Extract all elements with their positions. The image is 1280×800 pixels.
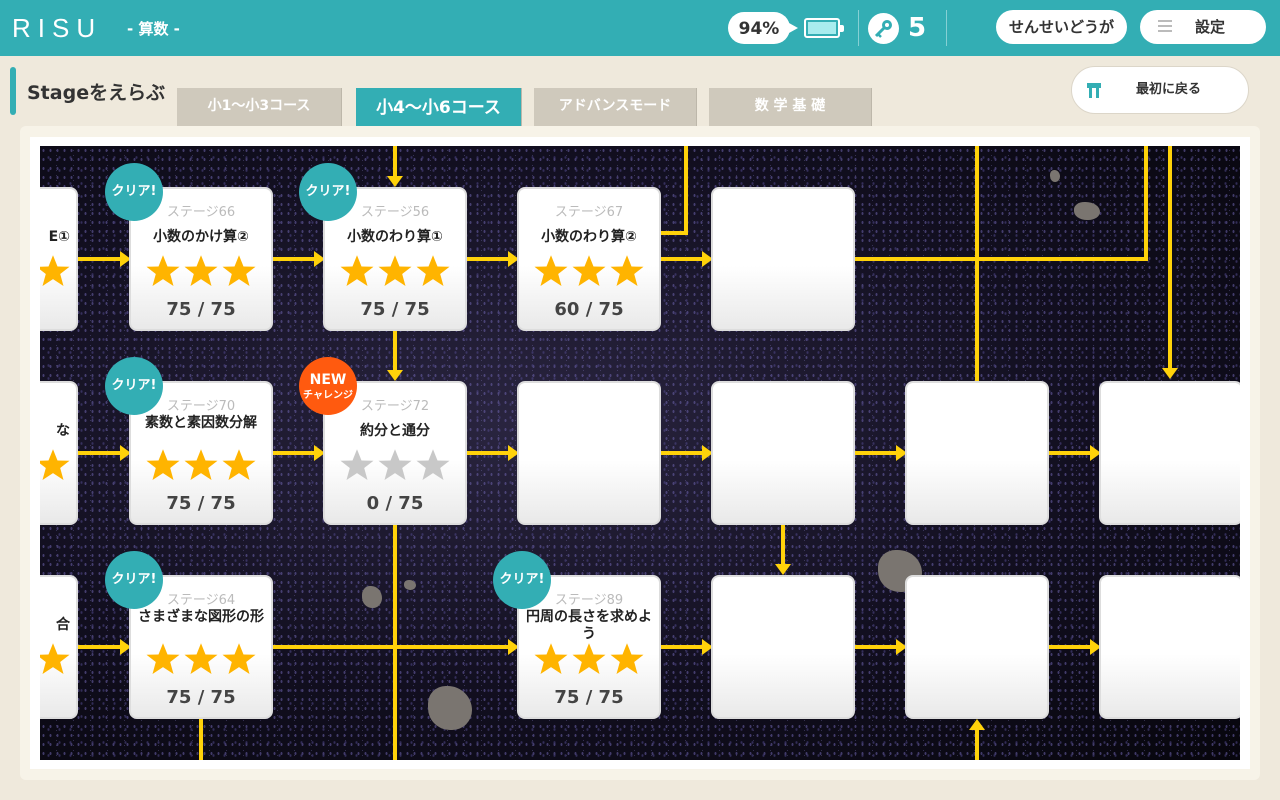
battery-percent: 94% bbox=[728, 12, 798, 44]
stage-number: ステージ67 bbox=[554, 205, 624, 220]
tab-advance-mode[interactable]: アドバンスモード bbox=[534, 88, 696, 126]
star-icon bbox=[416, 255, 450, 286]
settings-label: 設定 bbox=[1195, 18, 1226, 36]
stage-card-locked[interactable] bbox=[1099, 381, 1240, 525]
clear-badge: クリア! bbox=[105, 163, 163, 221]
key-count: 5 bbox=[908, 13, 927, 43]
clear-badge: クリア! bbox=[105, 357, 163, 415]
star-icon bbox=[340, 255, 374, 286]
stage-title: 小数のわり算② bbox=[541, 229, 637, 245]
stage-score: 75 / 75 bbox=[360, 299, 430, 320]
stage-title: E① bbox=[48, 229, 70, 245]
settings-button[interactable]: 設定 bbox=[1140, 10, 1266, 44]
header-divider bbox=[858, 10, 859, 46]
stage-card-partial[interactable]: な bbox=[40, 381, 78, 525]
star-icon bbox=[184, 449, 218, 480]
asteroid bbox=[362, 586, 382, 608]
star-icon bbox=[378, 449, 412, 480]
stage-card-locked[interactable] bbox=[517, 381, 661, 525]
menu-icon bbox=[1158, 20, 1172, 32]
star-icon bbox=[572, 643, 606, 674]
stage-title: さまざまな図形の形 bbox=[138, 609, 264, 625]
stage-card-locked[interactable] bbox=[905, 575, 1049, 719]
star-icon bbox=[610, 643, 644, 674]
star-icon bbox=[222, 255, 256, 286]
header-divider bbox=[946, 10, 947, 46]
stage-card-locked[interactable] bbox=[711, 575, 855, 719]
star-icon bbox=[184, 255, 218, 286]
star-icon bbox=[222, 643, 256, 674]
stage-card[interactable]: ステージ67 小数のわり算② 60 / 75 bbox=[517, 187, 661, 331]
star-icon bbox=[146, 643, 180, 674]
key-icon bbox=[868, 13, 899, 44]
stage-score: 0 / 75 bbox=[366, 493, 424, 514]
star-icon bbox=[146, 255, 180, 286]
stage-score: 75 / 75 bbox=[166, 299, 236, 320]
stage-card-locked[interactable] bbox=[711, 381, 855, 525]
star-icon bbox=[416, 449, 450, 480]
star-rating bbox=[40, 447, 76, 487]
teacher-video-button[interactable]: せんせいどうが bbox=[996, 10, 1127, 44]
star-rating bbox=[519, 253, 659, 293]
house-icon bbox=[1087, 83, 1101, 98]
challenge-label: チャレンジ bbox=[303, 390, 353, 401]
star-rating bbox=[519, 641, 659, 681]
clear-badge: クリア! bbox=[299, 163, 357, 221]
stage-title: 合 bbox=[56, 617, 70, 633]
clear-badge: クリア! bbox=[493, 551, 551, 609]
asteroid bbox=[428, 686, 472, 730]
stage-score: 75 / 75 bbox=[166, 493, 236, 514]
stage-card-partial[interactable]: 合 bbox=[40, 575, 78, 719]
stage-score: 75 / 75 bbox=[166, 687, 236, 708]
risu-logo: RISU bbox=[12, 13, 103, 43]
new-label: NEW bbox=[309, 372, 347, 388]
stage-title: な bbox=[56, 423, 70, 439]
top-header: RISU - 算数 - 94% 5 せんせいどうが 設定 bbox=[0, 0, 1280, 56]
title-accent-bar bbox=[10, 67, 16, 115]
star-icon bbox=[340, 449, 374, 480]
stage-map[interactable]: E① な 合 ステージ66 小数のかけ算② 75 / 75 ステージ56 小数の… bbox=[40, 146, 1240, 760]
stage-card-locked[interactable] bbox=[1099, 575, 1240, 719]
star-rating bbox=[325, 447, 465, 487]
star-rating bbox=[40, 641, 76, 681]
stage-card-partial[interactable]: E① bbox=[40, 187, 78, 331]
star-rating bbox=[131, 447, 271, 487]
tab-math-basics[interactable]: 数 学 基 礎 bbox=[709, 88, 871, 126]
tab-grade1-3[interactable]: 小1〜小3コース bbox=[177, 88, 341, 126]
new-challenge-badge: NEW チャレンジ bbox=[299, 357, 357, 415]
star-icon bbox=[222, 449, 256, 480]
tab-grade4-6[interactable]: 小4〜小6コース bbox=[356, 88, 521, 126]
stage-card-locked[interactable] bbox=[711, 187, 855, 331]
stage-score: 75 / 75 bbox=[554, 687, 624, 708]
stage-title: 小数のわり算① bbox=[347, 229, 443, 245]
stage-score: 60 / 75 bbox=[554, 299, 624, 320]
star-icon bbox=[534, 255, 568, 286]
subject-label: - 算数 - bbox=[127, 20, 180, 38]
asteroid bbox=[1050, 170, 1060, 182]
asteroid bbox=[404, 580, 416, 590]
star-icon bbox=[534, 643, 568, 674]
star-rating bbox=[40, 253, 76, 293]
back-label: 最初に戻る bbox=[1136, 82, 1202, 97]
star-icon bbox=[184, 643, 218, 674]
battery-icon bbox=[804, 18, 844, 38]
star-icon bbox=[146, 449, 180, 480]
clear-badge: クリア! bbox=[105, 551, 163, 609]
asteroid bbox=[1074, 202, 1100, 220]
star-icon bbox=[378, 255, 412, 286]
star-rating bbox=[325, 253, 465, 293]
stage-title: 約分と通分 bbox=[360, 423, 430, 439]
page-title: Stageをえらぶ bbox=[27, 82, 166, 104]
back-to-start-button[interactable]: 最初に戻る bbox=[1071, 66, 1249, 114]
star-rating bbox=[131, 253, 271, 293]
stage-title: 円周の長さを求めよう bbox=[526, 609, 652, 642]
stage-card-locked[interactable] bbox=[905, 381, 1049, 525]
stage-title: 素数と素因数分解 bbox=[145, 415, 257, 431]
star-icon bbox=[610, 255, 644, 286]
star-rating bbox=[131, 641, 271, 681]
star-icon bbox=[572, 255, 606, 286]
stage-title: 小数のかけ算② bbox=[153, 229, 249, 245]
